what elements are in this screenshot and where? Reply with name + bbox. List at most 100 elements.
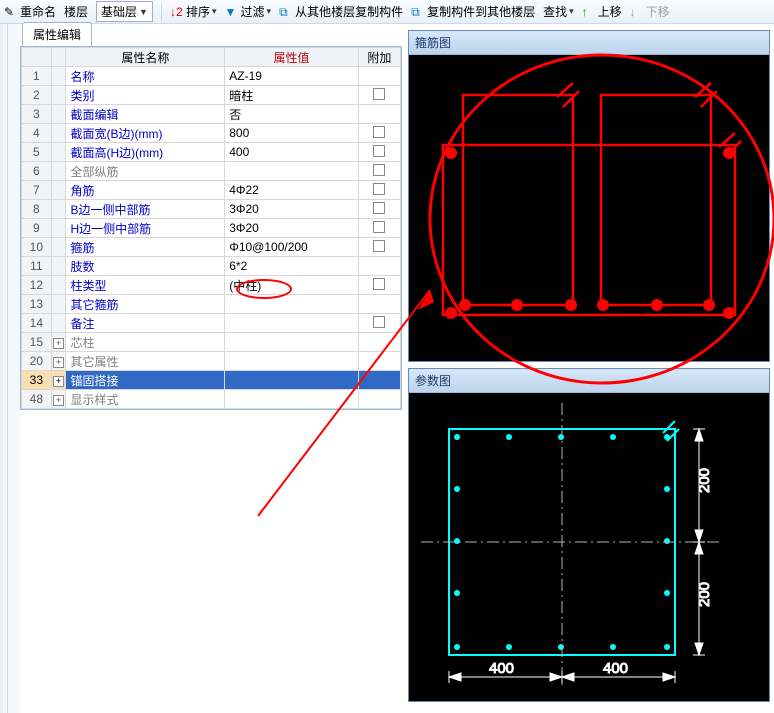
prop-value[interactable]: 4Φ22	[225, 181, 358, 200]
toolbar-copy-from[interactable]: ⧉ 从其他楼层复制构件	[279, 3, 403, 20]
copy-from-icon: ⧉	[279, 5, 293, 19]
prop-extra[interactable]	[358, 200, 400, 219]
toolbar-filter[interactable]: ▼ 过滤 ▾	[225, 3, 272, 20]
checkbox[interactable]	[373, 88, 385, 100]
checkbox[interactable]	[373, 126, 385, 138]
checkbox[interactable]	[373, 221, 385, 233]
prop-value[interactable]	[225, 371, 358, 390]
chevron-down-icon: ▾	[212, 6, 217, 17]
panel-stirrup-body[interactable]	[409, 55, 769, 361]
expand-cell[interactable]: +	[51, 333, 66, 352]
dim-h1: 200	[696, 468, 713, 493]
table-row[interactable]: 11肢数6*2	[22, 257, 401, 276]
property-panel: 属性编辑 属性名称 属性值 附加 1名称AZ-192类别暗柱3截面编辑否4截面宽…	[20, 24, 402, 709]
table-row[interactable]: 2类别暗柱	[22, 86, 401, 105]
prop-extra[interactable]	[358, 219, 400, 238]
prop-value[interactable]: 3Φ20	[225, 219, 358, 238]
prop-value[interactable]: 6*2	[225, 257, 358, 276]
row-number: 6	[22, 162, 52, 181]
checkbox[interactable]	[373, 164, 385, 176]
separator	[161, 3, 162, 21]
table-row[interactable]: 15+芯柱	[22, 333, 401, 352]
prop-value[interactable]: 400	[225, 143, 358, 162]
prop-value[interactable]: 否	[225, 105, 358, 124]
prop-value[interactable]	[225, 162, 358, 181]
expand-icon[interactable]: +	[53, 338, 64, 349]
prop-value[interactable]	[225, 295, 358, 314]
checkbox[interactable]	[373, 278, 385, 290]
toolbar-floor-select[interactable]: 基础层 ▼	[96, 1, 153, 22]
table-row[interactable]: 20+其它属性	[22, 352, 401, 371]
prop-value[interactable]	[225, 352, 358, 371]
tab-property-edit[interactable]: 属性编辑	[22, 22, 92, 46]
copy-to-icon: ⧉	[411, 5, 425, 19]
table-row[interactable]: 3截面编辑否	[22, 105, 401, 124]
prop-value[interactable]	[225, 314, 358, 333]
prop-value[interactable]: 800	[225, 124, 358, 143]
table-row[interactable]: 12柱类型(中柱)	[22, 276, 401, 295]
prop-extra[interactable]	[358, 162, 400, 181]
expand-cell	[51, 200, 66, 219]
chevron-down-icon: ▼	[139, 7, 148, 17]
table-row[interactable]: 6全部纵筋	[22, 162, 401, 181]
expand-cell	[51, 314, 66, 333]
chevron-down-icon: ▾	[267, 6, 272, 17]
expand-icon[interactable]: +	[53, 376, 64, 387]
prop-extra[interactable]	[358, 276, 400, 295]
sort-icon: ↓2	[170, 5, 184, 19]
table-row[interactable]: 33+锚固搭接	[22, 371, 401, 390]
table-row[interactable]: 5截面高(H边)(mm)400	[22, 143, 401, 162]
toolbar-copy-to[interactable]: ⧉ 复制构件到其他楼层	[411, 3, 535, 20]
expand-cell	[51, 219, 66, 238]
table-row[interactable]: 9H边一侧中部筋3Φ20	[22, 219, 401, 238]
toolbar-rename[interactable]: ✎ 重命名	[4, 3, 56, 20]
prop-value[interactable]: 暗柱	[225, 86, 358, 105]
prop-extra	[358, 371, 400, 390]
expand-icon[interactable]: +	[53, 395, 64, 406]
checkbox[interactable]	[373, 240, 385, 252]
prop-extra[interactable]	[358, 124, 400, 143]
prop-value[interactable]: Φ10@100/200	[225, 238, 358, 257]
rename-icon: ✎	[4, 5, 18, 19]
prop-extra[interactable]	[358, 86, 400, 105]
expand-cell	[51, 295, 66, 314]
prop-extra[interactable]	[358, 181, 400, 200]
prop-value[interactable]	[225, 333, 358, 352]
checkbox[interactable]	[373, 183, 385, 195]
checkbox[interactable]	[373, 202, 385, 214]
expand-cell[interactable]: +	[51, 390, 66, 409]
prop-extra[interactable]	[358, 238, 400, 257]
prop-value[interactable]	[225, 390, 358, 409]
expand-cell[interactable]: +	[51, 352, 66, 371]
row-number: 8	[22, 200, 52, 219]
checkbox[interactable]	[373, 145, 385, 157]
prop-name: 其它箍筋	[66, 295, 225, 314]
expand-icon[interactable]: +	[53, 357, 64, 368]
panel-stirrup-title: 箍筋图	[409, 31, 769, 55]
prop-extra[interactable]	[358, 143, 400, 162]
expand-cell	[51, 143, 66, 162]
toolbar-move-up[interactable]: ↑ 上移	[582, 3, 622, 20]
prop-value[interactable]: 3Φ20	[225, 200, 358, 219]
panel-param-body[interactable]: 200 200 400 400	[409, 393, 769, 701]
table-row[interactable]: 4截面宽(B边)(mm)800	[22, 124, 401, 143]
toolbar-find[interactable]: 查找 ▾	[543, 3, 574, 20]
prop-value[interactable]: AZ-19	[225, 67, 358, 86]
toolbar-sort[interactable]: ↓2 排序 ▾	[170, 3, 217, 20]
prop-value[interactable]: (中柱)	[225, 276, 358, 295]
table-row[interactable]: 48+显示样式	[22, 390, 401, 409]
table-row[interactable]: 14备注	[22, 314, 401, 333]
table-row[interactable]: 8B边一侧中部筋3Φ20	[22, 200, 401, 219]
table-row[interactable]: 7角筋4Φ22	[22, 181, 401, 200]
arrow-up-icon: ↑	[582, 5, 596, 19]
col-header-empty	[22, 48, 52, 67]
checkbox[interactable]	[373, 316, 385, 328]
row-number: 9	[22, 219, 52, 238]
table-row[interactable]: 13其它箍筋	[22, 295, 401, 314]
toolbar-move-down: ↓ 下移	[630, 3, 670, 20]
expand-cell[interactable]: +	[51, 371, 66, 390]
table-row[interactable]: 10箍筋Φ10@100/200	[22, 238, 401, 257]
prop-extra[interactable]	[358, 314, 400, 333]
table-row[interactable]: 1名称AZ-19	[22, 67, 401, 86]
row-number: 1	[22, 67, 52, 86]
